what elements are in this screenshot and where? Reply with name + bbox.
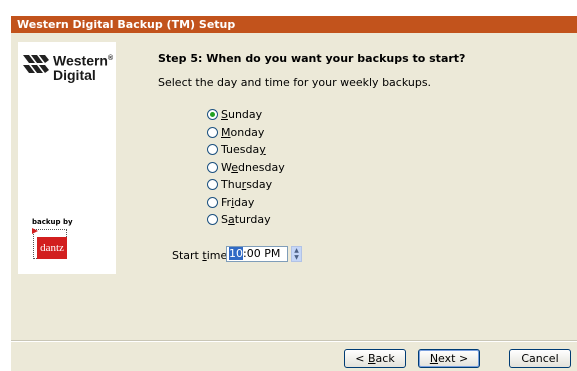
day-option-tuesday[interactable]: Tuesday	[207, 141, 266, 158]
start-time-label: Start time:	[172, 249, 231, 262]
radio-saturday[interactable]	[207, 214, 218, 225]
day-label-wednesday: Wednesday	[221, 161, 285, 174]
step-description: Select the day and time for your weekly …	[158, 76, 432, 89]
day-label-sunday: Sunday	[221, 108, 263, 121]
radio-monday[interactable]	[207, 127, 218, 138]
cancel-button[interactable]: Cancel	[509, 349, 571, 368]
day-option-wednesday[interactable]: Wednesday	[207, 159, 285, 176]
backup-by-text: backup by	[32, 218, 73, 226]
day-label-monday: Monday	[221, 126, 265, 139]
start-time-hour[interactable]: 10	[229, 247, 243, 260]
logo-panel: Western® Digital backup by dantz	[18, 42, 116, 274]
day-label-thursday: Thursday	[221, 178, 273, 191]
day-option-friday[interactable]: Friday	[207, 194, 254, 211]
day-label-tuesday: Tuesday	[221, 143, 266, 156]
day-label-friday: Friday	[221, 196, 255, 209]
radio-tuesday[interactable]	[207, 144, 218, 155]
radio-friday[interactable]	[207, 197, 218, 208]
dialog-client-area: Western® Digital backup by dantz Step 5:…	[11, 33, 577, 371]
spin-up-icon[interactable]: ▲	[292, 247, 301, 254]
start-time-spinner[interactable]: ▲ ▼	[291, 246, 302, 262]
start-time-field[interactable]: 10:00 PM	[226, 246, 288, 262]
radio-sunday[interactable]	[207, 109, 218, 120]
window-title: Western Digital Backup (TM) Setup	[11, 16, 577, 33]
next-button[interactable]: Next >	[418, 349, 480, 368]
step-title: Step 5: When do you want your backups to…	[158, 52, 466, 65]
button-separator	[11, 340, 577, 342]
start-time-minutes-ampm[interactable]: :00 PM	[243, 247, 280, 260]
dantz-logo: dantz	[37, 237, 67, 259]
western-digital-logo-icon	[23, 55, 49, 73]
day-option-sunday[interactable]: Sunday	[207, 106, 262, 123]
western-digital-wordmark: Western® Digital	[53, 52, 114, 83]
day-label-saturday: Saturday	[221, 213, 271, 226]
radio-wednesday[interactable]	[207, 162, 218, 173]
spin-down-icon[interactable]: ▼	[292, 254, 301, 261]
day-option-saturday[interactable]: Saturday	[207, 211, 271, 228]
setup-window: Western Digital Backup (TM) Setup Wester…	[0, 0, 577, 371]
day-option-monday[interactable]: Monday	[207, 124, 264, 141]
radio-thursday[interactable]	[207, 179, 218, 190]
day-option-thursday[interactable]: Thursday	[207, 176, 272, 193]
flag-icon	[32, 228, 38, 234]
back-button[interactable]: < Back	[344, 349, 406, 368]
